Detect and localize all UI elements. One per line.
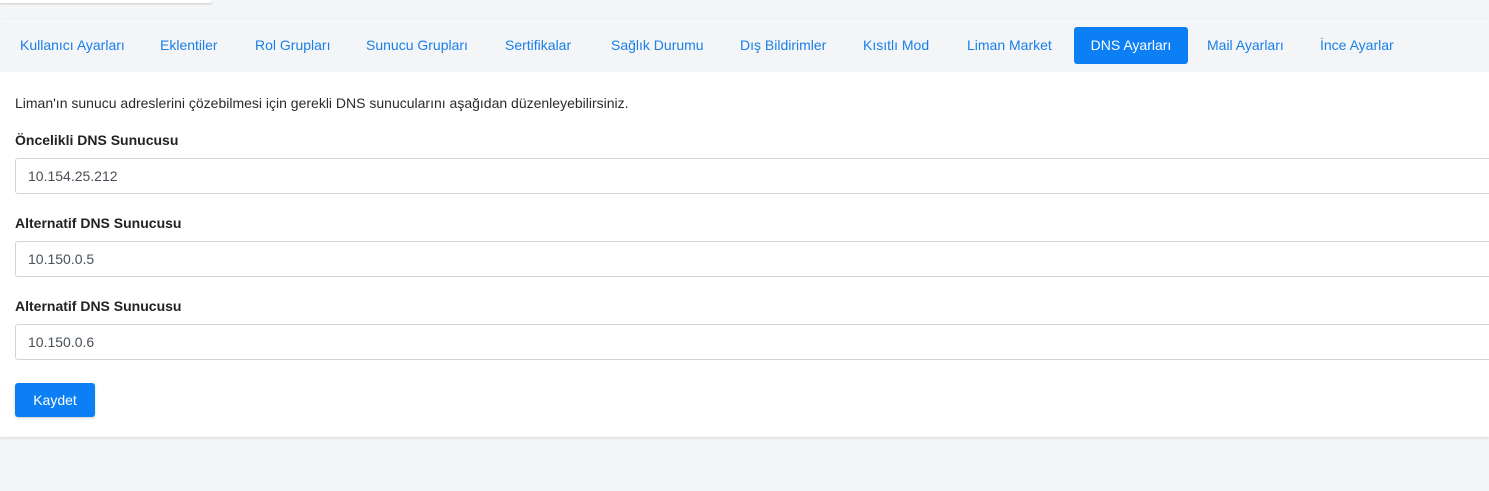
- primary-dns-input[interactable]: [15, 158, 1489, 194]
- settings-tabbar: Kullanıcı Ayarları Eklentiler Rol Grupla…: [0, 19, 1489, 72]
- alternative-dns-2-label: Alternatif DNS Sunucusu: [15, 298, 182, 314]
- primary-dns-label: Öncelikli DNS Sunucusu: [15, 132, 179, 148]
- tab-sunucu-gruplari[interactable]: Sunucu Grupları: [366, 27, 468, 64]
- top-card-edge: [0, 0, 212, 3]
- tab-eklentiler[interactable]: Eklentiler: [160, 27, 218, 64]
- alternative-dns-1-label: Alternatif DNS Sunucusu: [15, 215, 182, 231]
- save-button[interactable]: Kaydet: [15, 383, 95, 417]
- tab-liman-market[interactable]: Liman Market: [967, 27, 1052, 64]
- dns-intro-text: Liman'ın sunucu adreslerini çözebilmesi …: [15, 95, 629, 111]
- tab-kullanici-ayarlari[interactable]: Kullanıcı Ayarları: [20, 27, 125, 64]
- tab-ince-ayarlar[interactable]: İnce Ayarlar: [1320, 27, 1394, 64]
- tab-dns-ayarlari[interactable]: DNS Ayarları: [1074, 27, 1188, 64]
- tab-dis-bildirimler[interactable]: Dış Bildirimler: [740, 27, 826, 64]
- settings-card: Kullanıcı Ayarları Eklentiler Rol Grupla…: [0, 19, 1489, 437]
- tab-mail-ayarlari[interactable]: Mail Ayarları: [1207, 27, 1284, 64]
- tab-saglik-durumu[interactable]: Sağlık Durumu: [611, 27, 704, 64]
- alternative-dns-2-input[interactable]: [15, 324, 1489, 360]
- tab-sertifikalar[interactable]: Sertifikalar: [505, 27, 571, 64]
- alternative-dns-1-input[interactable]: [15, 241, 1489, 277]
- tab-kisitli-mod[interactable]: Kısıtlı Mod: [863, 27, 929, 64]
- tab-rol-gruplari[interactable]: Rol Grupları: [255, 27, 330, 64]
